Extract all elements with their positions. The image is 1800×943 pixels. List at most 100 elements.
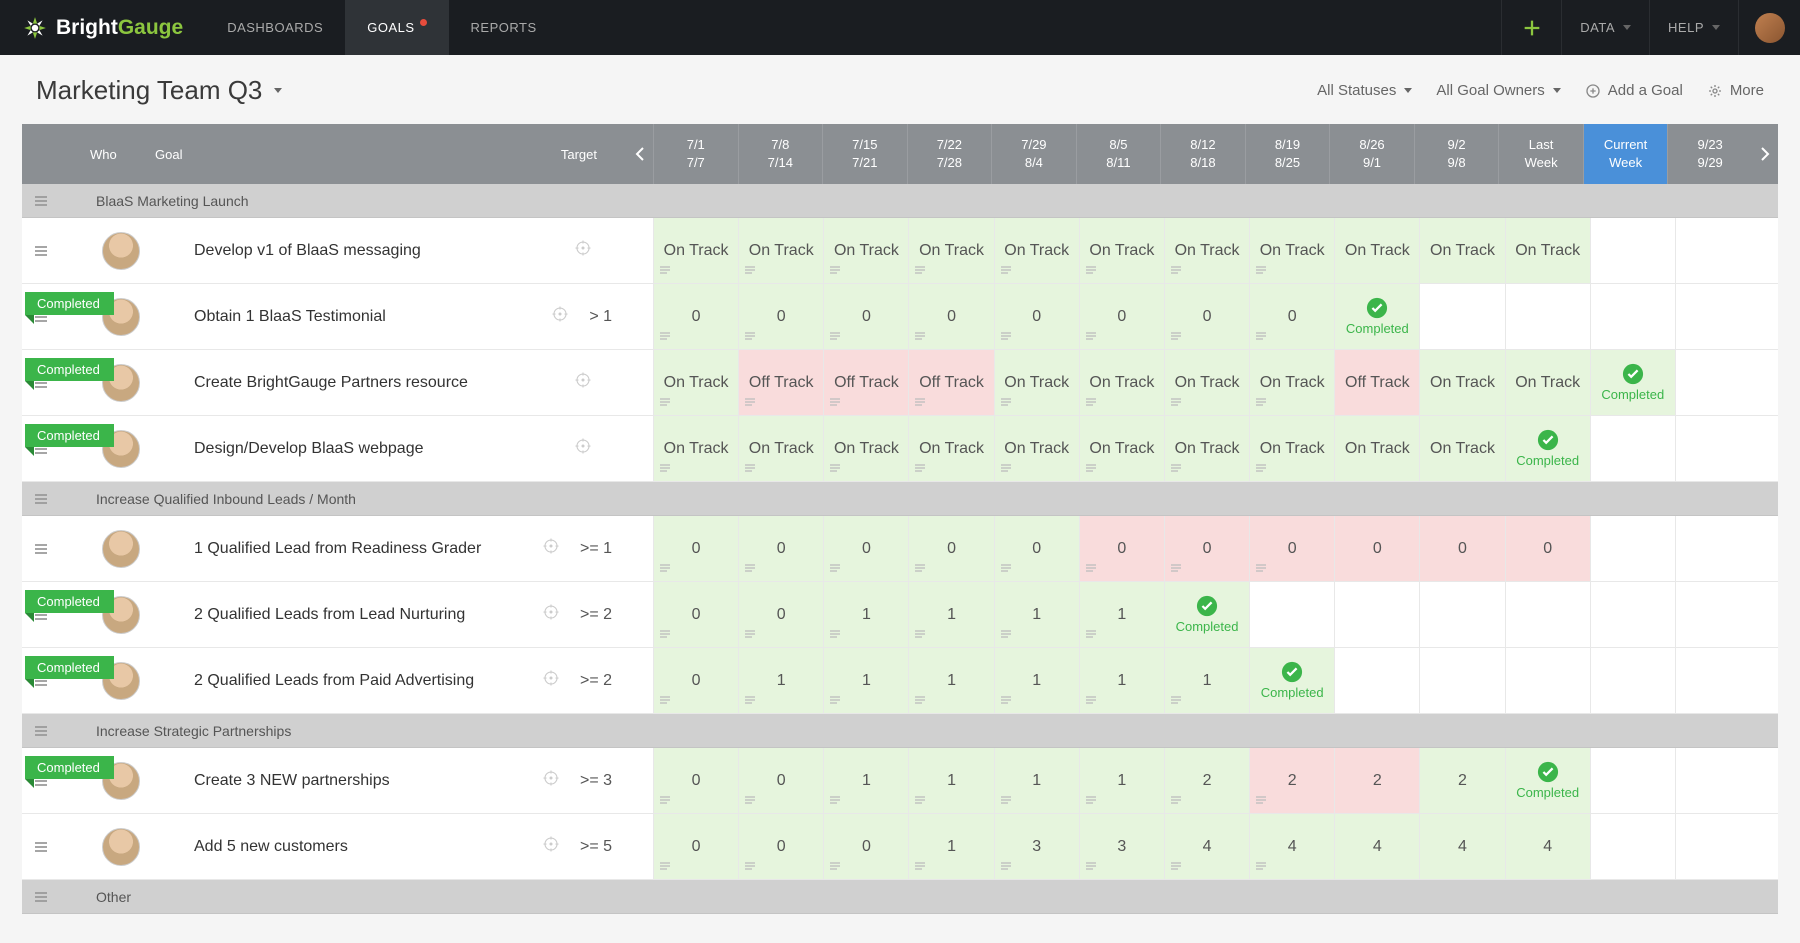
week-cell[interactable]: 4 [1164, 814, 1249, 879]
week-cell[interactable]: 0 [738, 814, 823, 879]
week-cell[interactable] [1249, 582, 1334, 647]
week-cell[interactable] [1675, 350, 1760, 415]
week-cell[interactable]: 0 [1249, 516, 1334, 581]
week-cell[interactable]: 0 [1164, 284, 1249, 349]
section-header[interactable]: BlaaS Marketing Launch [22, 184, 1778, 218]
week-cell[interactable]: On Track [738, 416, 823, 481]
week-cell[interactable]: 3 [994, 814, 1079, 879]
row-scroll-right[interactable] [1760, 218, 1778, 283]
week-cell[interactable] [1675, 582, 1760, 647]
week-cell[interactable]: 0 [823, 284, 908, 349]
week-cell[interactable]: On Track [1079, 218, 1164, 283]
goal-row[interactable]: Completed2 Qualified Leads from Lead Nur… [22, 582, 1778, 648]
row-scroll-right[interactable] [1760, 748, 1778, 813]
week-cell[interactable]: 4 [1505, 814, 1590, 879]
week-cell[interactable] [1675, 218, 1760, 283]
week-cell[interactable]: 0 [738, 748, 823, 813]
week-cell[interactable]: 0 [653, 516, 738, 581]
week-cell[interactable]: Completed [1249, 648, 1334, 713]
week-cell[interactable]: 0 [994, 284, 1079, 349]
week-cell[interactable]: 3 [1079, 814, 1164, 879]
goal-owner-avatar[interactable] [60, 530, 150, 568]
week-header-cell[interactable]: CurrentWeek [1583, 124, 1668, 184]
week-cell[interactable] [1590, 648, 1675, 713]
row-scroll-right[interactable] [1760, 516, 1778, 581]
drag-handle-icon[interactable] [22, 245, 60, 257]
week-cell[interactable]: 0 [1505, 516, 1590, 581]
week-cell[interactable]: 1 [908, 814, 993, 879]
week-cell[interactable] [1590, 218, 1675, 283]
goal-row[interactable]: Add 5 new customers>= 500013344444 [22, 814, 1778, 880]
section-header[interactable]: Other [22, 880, 1778, 914]
week-cell[interactable]: On Track [1419, 218, 1504, 283]
week-cell[interactable]: On Track [1249, 350, 1334, 415]
week-cell[interactable]: On Track [1164, 350, 1249, 415]
week-cell[interactable]: Off Track [908, 350, 993, 415]
week-cell[interactable] [1590, 416, 1675, 481]
week-cell[interactable]: 0 [1164, 516, 1249, 581]
week-cell[interactable]: On Track [653, 350, 738, 415]
week-cell[interactable]: 1 [1079, 748, 1164, 813]
week-cell[interactable]: On Track [1249, 416, 1334, 481]
week-cell[interactable] [1419, 582, 1504, 647]
week-cell[interactable]: 0 [1334, 516, 1419, 581]
week-cell[interactable] [1675, 814, 1760, 879]
week-cell[interactable]: On Track [1249, 218, 1334, 283]
add-goal-button[interactable]: Add a Goal [1585, 82, 1683, 99]
week-cell[interactable]: 0 [1419, 516, 1504, 581]
week-cell[interactable]: Completed [1164, 582, 1249, 647]
week-cell[interactable]: 1 [908, 748, 993, 813]
week-cell[interactable]: On Track [1079, 350, 1164, 415]
week-cell[interactable]: On Track [653, 218, 738, 283]
week-cell[interactable]: On Track [1164, 218, 1249, 283]
week-cell[interactable] [1334, 582, 1419, 647]
week-cell[interactable] [1590, 582, 1675, 647]
week-cell[interactable]: 1 [823, 748, 908, 813]
drag-handle-icon[interactable] [22, 725, 60, 737]
week-cell[interactable]: 1 [1079, 582, 1164, 647]
week-header-cell[interactable]: 8/198/25 [1245, 124, 1330, 184]
week-cell[interactable] [1590, 814, 1675, 879]
goal-row[interactable]: CompletedCreate 3 NEW partnerships>= 300… [22, 748, 1778, 814]
week-cell[interactable]: 2 [1419, 748, 1504, 813]
week-cell[interactable]: On Track [994, 350, 1079, 415]
week-header-cell[interactable]: 9/29/8 [1414, 124, 1499, 184]
week-cell[interactable]: 2 [1249, 748, 1334, 813]
week-cell[interactable]: On Track [1164, 416, 1249, 481]
section-header[interactable]: Increase Qualified Inbound Leads / Month [22, 482, 1778, 516]
week-cell[interactable]: 0 [738, 284, 823, 349]
drag-handle-icon[interactable] [22, 841, 60, 853]
week-cell[interactable] [1675, 284, 1760, 349]
week-cell[interactable]: 0 [653, 814, 738, 879]
week-cell[interactable] [1675, 648, 1760, 713]
week-cell[interactable]: On Track [908, 218, 993, 283]
week-header-cell[interactable]: 8/58/11 [1076, 124, 1161, 184]
week-cell[interactable]: Completed [1334, 284, 1419, 349]
week-header-cell[interactable]: 8/128/18 [1160, 124, 1245, 184]
nav-dashboards[interactable]: DASHBOARDS [205, 0, 345, 55]
week-cell[interactable] [1590, 516, 1675, 581]
week-cell[interactable]: 1 [1164, 648, 1249, 713]
week-cell[interactable]: On Track [1334, 416, 1419, 481]
week-cell[interactable]: 1 [1079, 648, 1164, 713]
week-header-cell[interactable]: 8/269/1 [1329, 124, 1414, 184]
week-cell[interactable]: 1 [994, 748, 1079, 813]
week-cell[interactable]: 0 [994, 516, 1079, 581]
row-scroll-right[interactable] [1760, 582, 1778, 647]
nav-reports[interactable]: REPORTS [449, 0, 559, 55]
add-button[interactable] [1501, 0, 1561, 55]
user-avatar[interactable] [1738, 0, 1800, 55]
scroll-left-button[interactable] [627, 124, 653, 184]
week-cell[interactable]: On Track [1419, 416, 1504, 481]
week-header-cell[interactable]: 7/298/4 [991, 124, 1076, 184]
week-cell[interactable] [1419, 648, 1504, 713]
week-cell[interactable]: 0 [653, 748, 738, 813]
week-cell[interactable]: Completed [1505, 748, 1590, 813]
week-cell[interactable]: 0 [1079, 516, 1164, 581]
week-cell[interactable]: 1 [994, 648, 1079, 713]
week-cell[interactable]: On Track [994, 416, 1079, 481]
section-header[interactable]: Increase Strategic Partnerships [22, 714, 1778, 748]
week-cell[interactable] [1505, 582, 1590, 647]
week-cell[interactable] [1675, 416, 1760, 481]
week-cell[interactable]: 0 [823, 516, 908, 581]
